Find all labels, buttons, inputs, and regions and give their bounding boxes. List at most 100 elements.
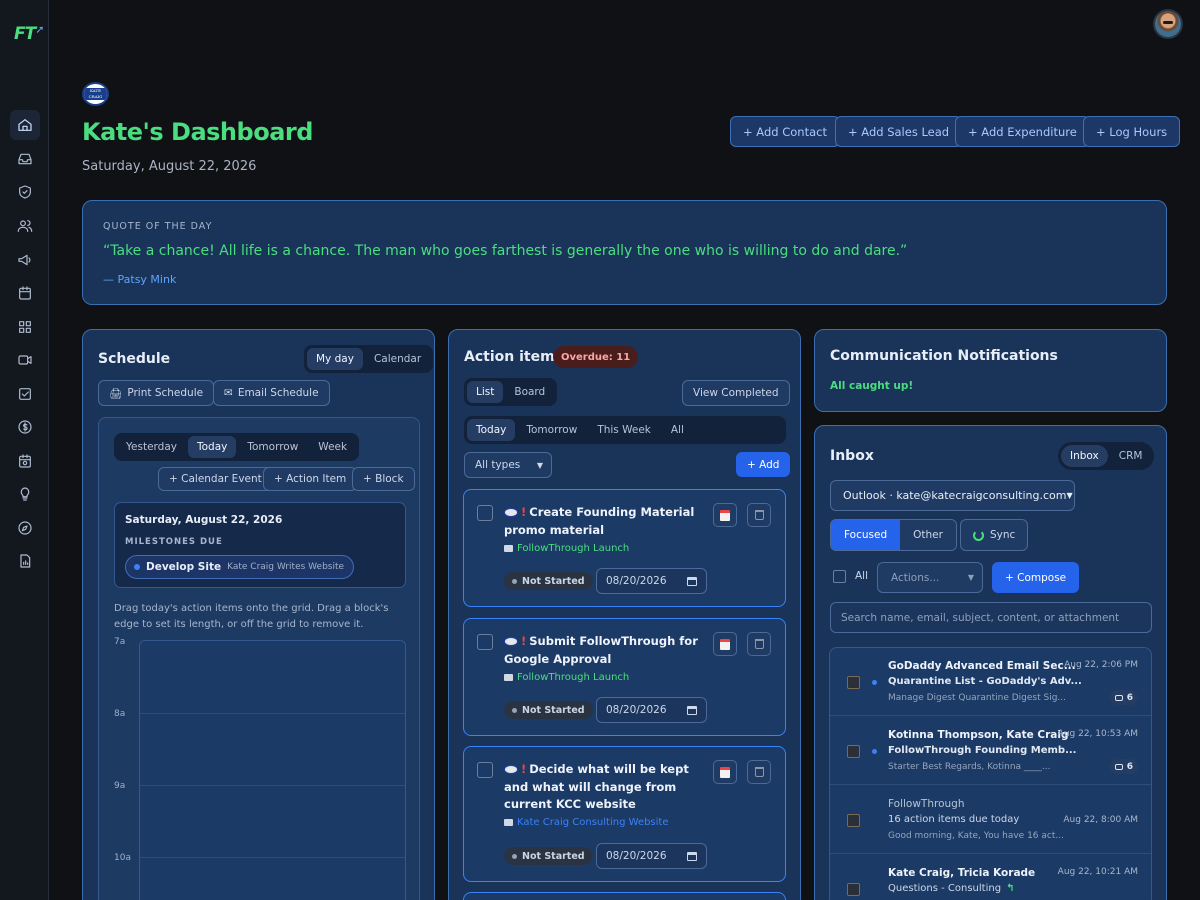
task-due-date[interactable]: 08/20/2026 [596,843,707,869]
task-project[interactable]: FollowThrough Launch [504,543,629,554]
mail-row[interactable]: Kate Craig, Tricia Korade Questions - Co… [830,855,1151,900]
task-status[interactable]: Not Started [504,847,593,865]
delete-task-button[interactable] [747,632,771,656]
mail-subject: Questions - Consulting ↰ [888,883,1015,894]
mail-row[interactable]: Kotinna Thompson, Kate Craig FollowThrou… [830,717,1151,785]
add-expenditure-button[interactable]: + Add Expenditure [955,116,1090,147]
quote-label: QUOTE OF THE DAY [103,221,213,232]
tab-today[interactable]: Today [467,419,516,441]
task-checkbox[interactable] [477,762,493,778]
email-schedule-button[interactable]: ✉ Email Schedule [213,380,330,406]
bulk-actions-select[interactable]: Actions... ▼ [877,562,983,593]
inbox-search-input[interactable]: Search name, email, subject, content, or… [830,602,1152,633]
account-select[interactable]: Outlook · kate@katecraigconsulting.com ▼ [830,480,1075,511]
mail-date: Aug 22, 2:06 PM [1064,660,1138,670]
calendar-icon [720,509,730,521]
action-items-title: Action items [464,349,563,365]
nav-finance[interactable] [10,412,40,442]
nav-video[interactable] [10,345,40,375]
nav-board[interactable] [10,312,40,342]
delete-task-button[interactable] [747,503,771,527]
add-sales-lead-button[interactable]: + Add Sales Lead [835,116,963,147]
schedule-task-button[interactable] [713,632,737,656]
mail-row[interactable]: GoDaddy Advanced Email Sec... Quarantine… [830,648,1151,716]
task-due-date[interactable]: 08/20/2026 [596,697,707,723]
tab-board[interactable]: Board [505,381,554,403]
app-logo[interactable]: FT➚ [14,23,44,44]
tab-this-week[interactable]: This Week [588,419,660,441]
task-checkbox[interactable] [477,505,493,521]
add-contact-button[interactable]: + Add Contact [730,116,840,147]
task-checkbox[interactable] [477,634,493,650]
tab-calendar[interactable]: Calendar [365,348,430,370]
nav-inbox[interactable] [10,144,40,174]
printer-icon: 🖨 [109,387,123,400]
compose-button[interactable]: + Compose [992,562,1080,593]
add-calendar-event-button[interactable]: + Calendar Event [158,467,273,491]
reply-icon: ↰ [1006,883,1015,894]
tab-week[interactable]: Week [309,436,356,458]
tab-today[interactable]: Today [187,436,237,458]
schedule-task-button[interactable] [713,760,737,784]
task-card[interactable]: ! Decide what will be kept and what will … [463,746,786,882]
unread-dot [872,680,877,685]
sync-button[interactable]: Sync [960,519,1029,551]
report-icon [20,554,31,568]
mail-checkbox[interactable] [847,814,860,827]
nav-schedule[interactable] [10,446,40,476]
mail-checkbox[interactable] [847,676,860,689]
day-summary: Saturday, August 22, 2026 MILESTONES DUE… [114,502,406,588]
schedule-grid[interactable] [139,640,406,900]
tab-tomorrow[interactable]: Tomorrow [238,436,307,458]
calendar-icon [19,286,31,300]
task-status[interactable]: Not Started [504,572,593,590]
mail-checkbox[interactable] [847,745,860,758]
nav-home[interactable] [10,110,40,140]
nav-ideas[interactable] [10,479,40,509]
tab-focused[interactable]: Focused [831,520,901,550]
schedule-task-button[interactable] [713,503,737,527]
task-card[interactable] [463,892,786,900]
task-card[interactable]: ! Create Founding Material promo material… [463,489,786,607]
add-action-button[interactable]: + Add [736,452,791,477]
nav-explore[interactable] [10,513,40,543]
nav-marketing[interactable] [10,245,40,275]
tab-inbox[interactable]: Inbox [1061,445,1108,467]
communication-status: All caught up! [830,380,914,392]
mail-checkbox[interactable] [847,883,860,896]
milestone-chip[interactable]: Develop Site Kate Craig Writes Website [125,555,355,579]
tab-yesterday[interactable]: Yesterday [117,436,186,458]
mail-row[interactable]: FollowThrough 16 action items due today … [830,786,1151,854]
task-card[interactable]: ! Submit FollowThrough for Google Approva… [463,618,786,736]
tab-tomorrow[interactable]: Tomorrow [517,419,586,441]
select-all-checkbox[interactable] [833,570,846,583]
task-status[interactable]: Not Started [504,701,593,719]
type-filter-select[interactable]: All types ▼ [464,452,552,478]
task-project[interactable]: Kate Craig Consulting Website [504,817,668,828]
flag-icon [504,508,518,517]
add-block-button[interactable]: + Block [352,467,415,491]
tab-all[interactable]: All [662,419,693,441]
tab-list[interactable]: List [467,381,504,403]
delete-task-button[interactable] [747,760,771,784]
inbox-card: Inbox Inbox CRM Outlook · kate@katecraig… [814,425,1167,900]
log-hours-button[interactable]: + Log Hours [1083,116,1181,147]
compass-icon [18,521,32,535]
print-schedule-button[interactable]: 🖨 Print Schedule [98,380,215,406]
nav-security[interactable] [10,177,40,207]
view-completed-button[interactable]: View Completed [682,380,790,406]
nav-calendar[interactable] [10,278,40,308]
nav-tasks[interactable] [10,379,40,409]
tab-my-day[interactable]: My day [307,348,363,370]
hour-label: 9a [114,781,126,791]
brand-badge: KATE CRAIG [82,82,109,106]
add-action-item-button[interactable]: + Action Item [263,467,358,491]
task-project[interactable]: FollowThrough Launch [504,672,629,683]
tab-crm[interactable]: CRM [1110,445,1152,467]
mail-snippet: Starter Best Regards, Kotinna ____... [888,762,1051,772]
nav-contacts[interactable] [10,211,40,241]
nav-reports[interactable] [10,546,40,576]
task-due-date[interactable]: 08/20/2026 [596,568,707,594]
user-avatar[interactable] [1153,9,1183,39]
tab-other[interactable]: Other [900,520,956,550]
